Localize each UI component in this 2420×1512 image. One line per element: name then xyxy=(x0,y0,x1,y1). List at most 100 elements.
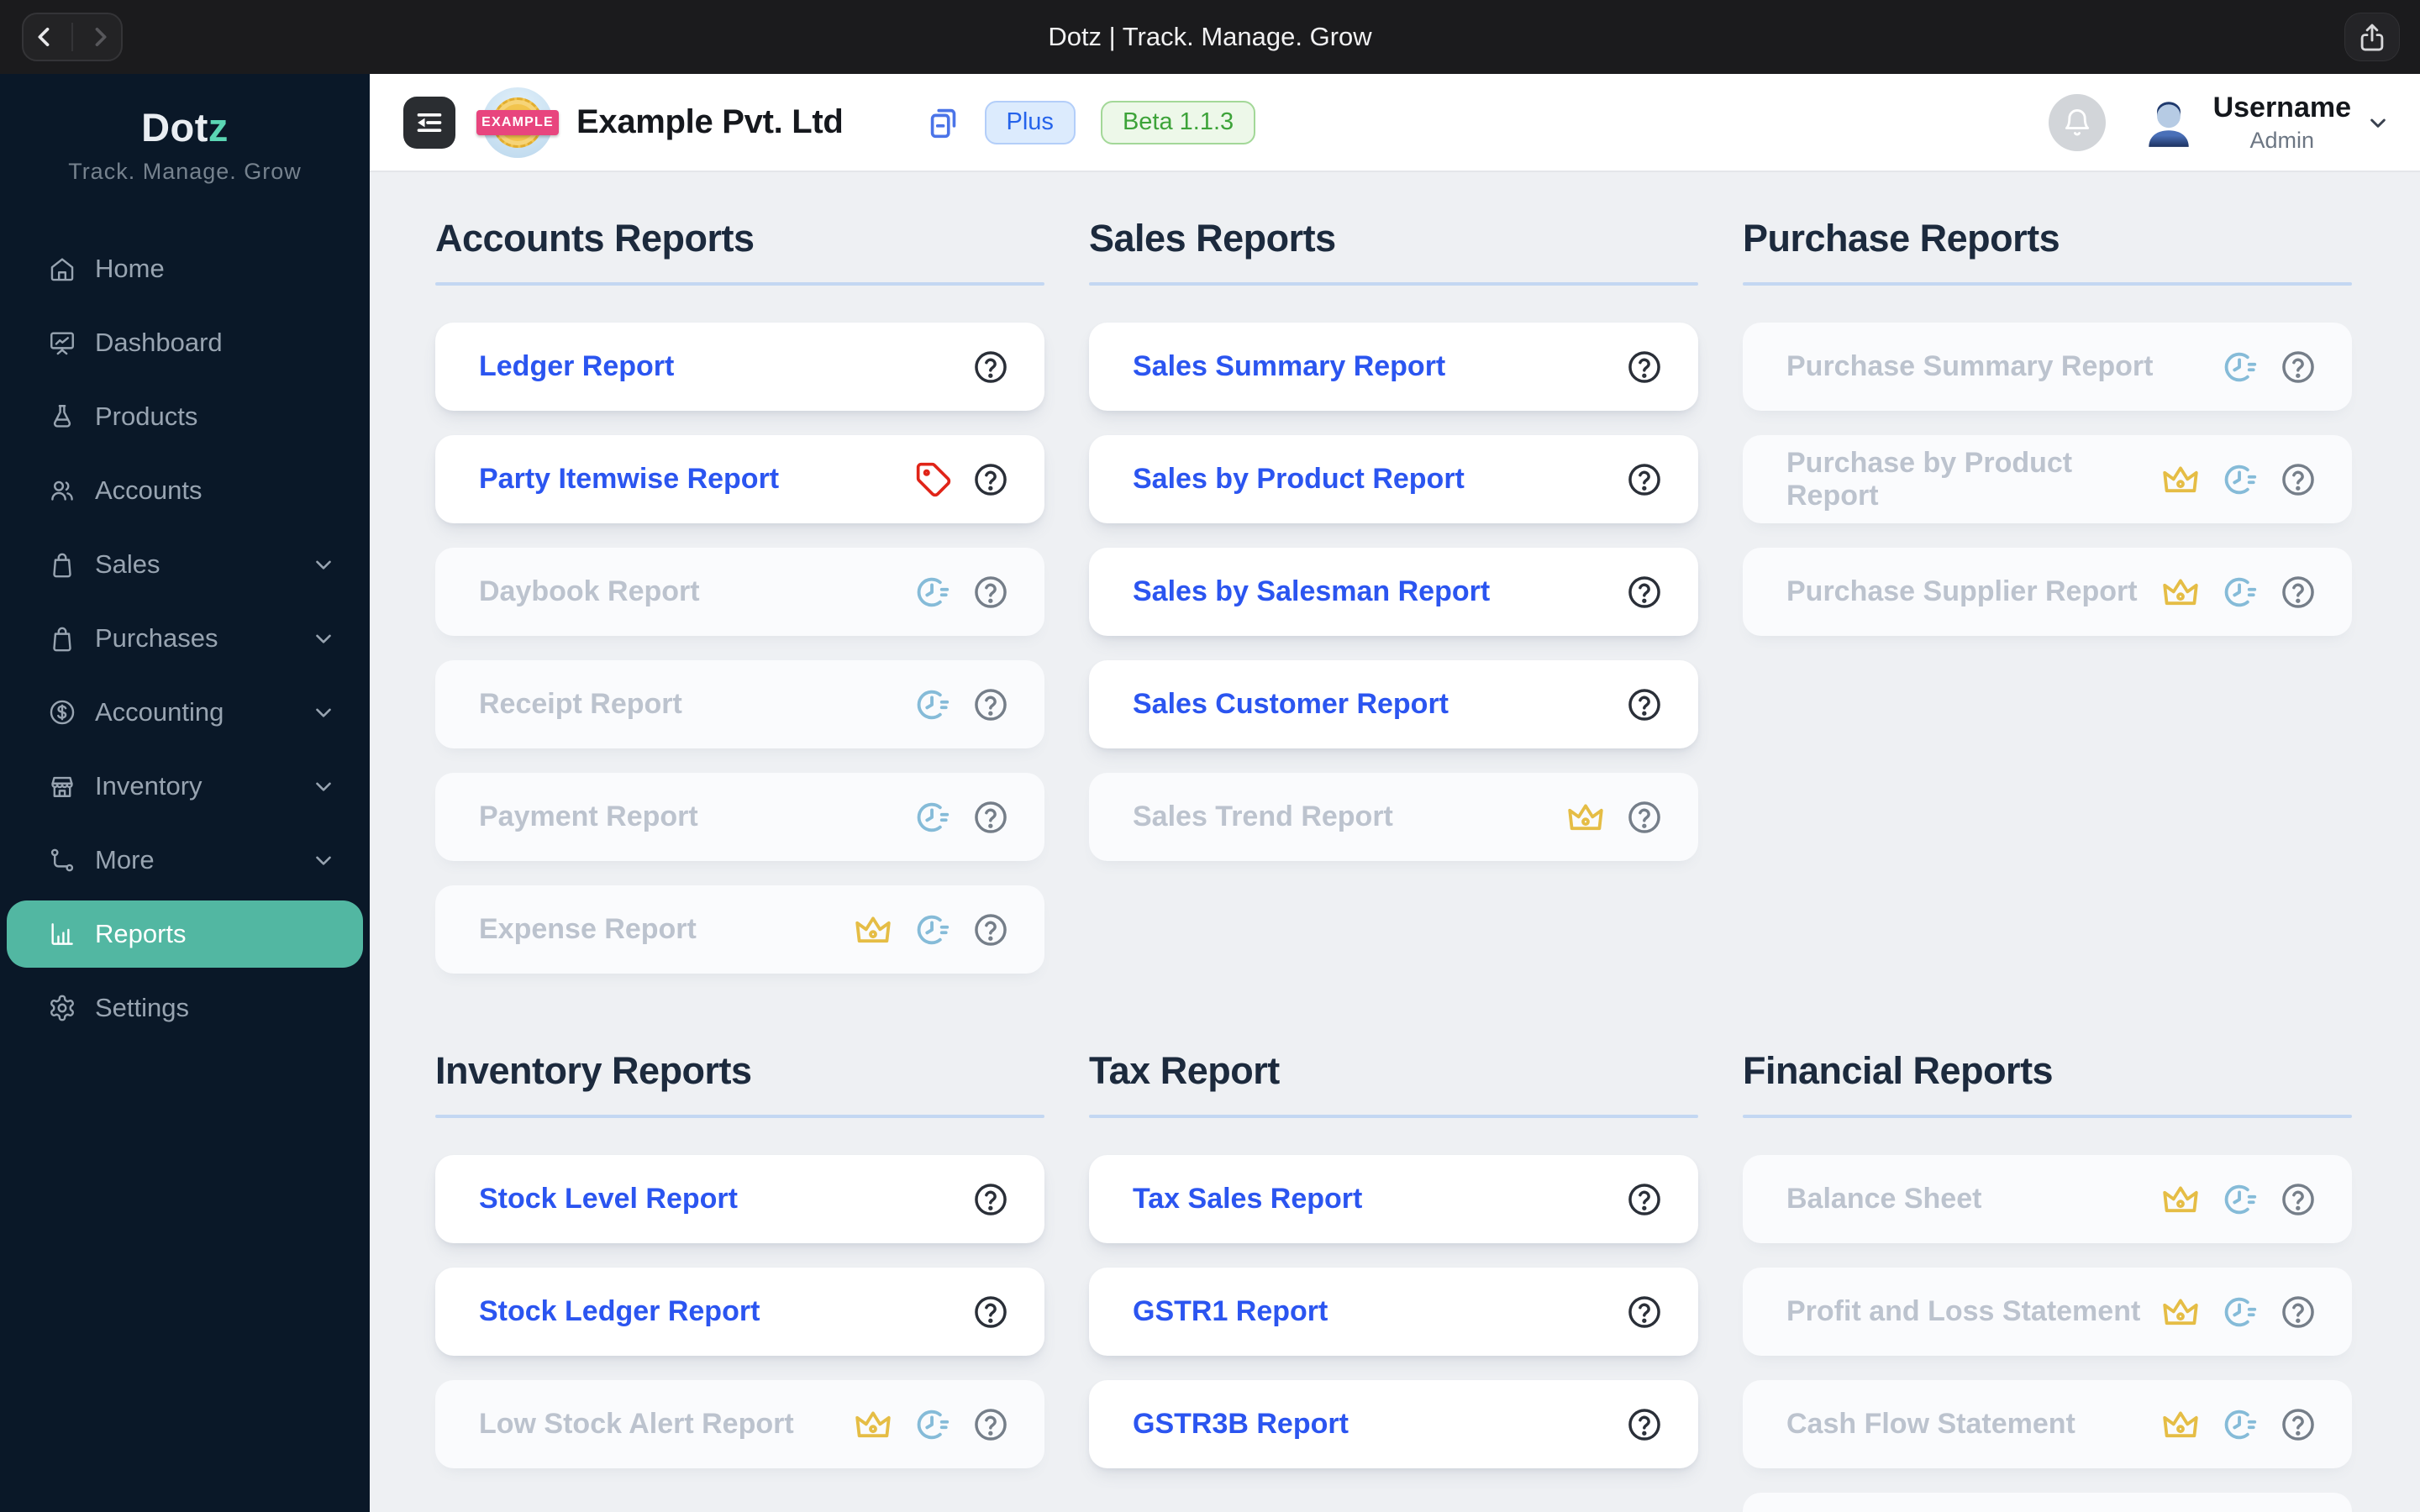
section-underline xyxy=(435,1115,1044,1118)
help-circle-icon[interactable] xyxy=(2280,1294,2317,1331)
report-link[interactable]: Sales Customer Report xyxy=(1133,688,1449,721)
card-status-icons xyxy=(1626,1406,1663,1443)
help-circle-icon[interactable] xyxy=(972,686,1009,723)
sidebar-item-more[interactable]: More xyxy=(0,823,370,897)
help-circle-icon[interactable] xyxy=(1626,349,1663,386)
sidebar-nav: Home Dashboard Products Accounts Sales Purcha… xyxy=(0,232,370,1045)
sidebar-item-label: Reports xyxy=(95,919,187,948)
report-card-sales-summary-report[interactable]: Sales Summary Report xyxy=(1089,323,1698,411)
sidebar-item-inventory[interactable]: Inventory xyxy=(0,749,370,823)
version-badge: Beta 1.1.3 xyxy=(1100,100,1256,144)
help-circle-icon[interactable] xyxy=(2280,574,2317,611)
sidebar-item-label: Sales xyxy=(95,549,160,579)
sidebar-item-label: More xyxy=(95,845,155,874)
help-circle-icon[interactable] xyxy=(2280,461,2317,498)
sidebar-item-purchases[interactable]: Purchases xyxy=(0,601,370,675)
report-link[interactable]: Party Itemwise Report xyxy=(479,463,779,496)
help-circle-icon[interactable] xyxy=(1626,1406,1663,1443)
help-circle-icon[interactable] xyxy=(972,461,1009,498)
forward-button[interactable] xyxy=(86,23,114,51)
sidebar-item-reports[interactable]: Reports xyxy=(7,900,363,968)
bell-icon xyxy=(2065,108,2089,135)
chevron-down-icon xyxy=(311,626,336,651)
sidebar-item-sales[interactable]: Sales xyxy=(0,528,370,601)
share-button[interactable] xyxy=(2344,13,2400,61)
chevron-left-icon xyxy=(38,27,50,47)
sidebar: Dotz Track. Manage. Grow Home Dashboard Pr… xyxy=(0,74,370,1512)
help-circle-icon[interactable] xyxy=(972,1181,1009,1218)
tag-icon xyxy=(915,461,952,498)
card-status-icons xyxy=(1626,1294,1663,1331)
report-link[interactable]: Stock Ledger Report xyxy=(479,1295,760,1328)
report-link: Purchase by Product Report xyxy=(1786,446,2073,512)
section-title: Sales Reports xyxy=(1089,217,1336,260)
copy-pages-icon xyxy=(930,108,955,138)
report-link[interactable]: Sales by Salesman Report xyxy=(1133,575,1490,608)
help-circle-icon[interactable] xyxy=(972,1406,1009,1443)
report-card-sales-customer-report[interactable]: Sales Customer Report xyxy=(1089,660,1698,748)
report-link[interactable]: GSTR3B Report xyxy=(1133,1408,1349,1441)
report-card-gstr3b-report[interactable]: GSTR3B Report xyxy=(1089,1380,1698,1468)
store-icon xyxy=(48,772,76,801)
report-card-stock-ledger-report[interactable]: Stock Ledger Report xyxy=(435,1268,1044,1356)
user-role: Admin xyxy=(2249,127,2315,153)
help-circle-icon[interactable] xyxy=(972,574,1009,611)
help-circle-icon[interactable] xyxy=(1626,799,1663,836)
premium-crown-icon xyxy=(853,910,893,950)
card-status-icons xyxy=(972,1181,1009,1218)
card-status-icons xyxy=(1626,349,1663,386)
report-card-sales-trend-report: Sales Trend Report xyxy=(1089,773,1698,861)
report-card-sales-by-salesman-report[interactable]: Sales by Salesman Report xyxy=(1089,548,1698,636)
help-circle-icon[interactable] xyxy=(972,349,1009,386)
report-section-inventory-reports: Inventory Reports Stock Level Report Stock… xyxy=(435,1049,1044,1512)
sidebar-item-accounts[interactable]: Accounts xyxy=(0,454,370,528)
report-card-sales-by-product-report[interactable]: Sales by Product Report xyxy=(1089,435,1698,523)
help-circle-icon[interactable] xyxy=(1626,686,1663,723)
sidebar-item-accounting[interactable]: Accounting xyxy=(0,675,370,749)
help-circle-icon[interactable] xyxy=(972,911,1009,948)
report-link[interactable]: Stock Level Report xyxy=(479,1183,738,1215)
card-status-icons xyxy=(913,573,1009,612)
report-card-tax-sales-report[interactable]: Tax Sales Report xyxy=(1089,1155,1698,1243)
report-link: Low Stock Alert Report xyxy=(479,1408,794,1440)
sidebar-item-home[interactable]: Home xyxy=(0,232,370,306)
section-underline xyxy=(1089,1115,1698,1118)
report-link[interactable]: GSTR1 Report xyxy=(1133,1295,1328,1328)
user-menu-chevron[interactable] xyxy=(2365,109,2391,136)
chevron-down-icon xyxy=(311,774,336,799)
report-card-ledger-report[interactable]: Ledger Report xyxy=(435,323,1044,411)
sidebar-item-products[interactable]: Products xyxy=(0,380,370,454)
chevron-down-icon xyxy=(311,552,336,577)
report-link[interactable]: Sales Summary Report xyxy=(1133,350,1445,383)
report-link[interactable]: Sales by Product Report xyxy=(1133,463,1465,496)
user-name: Username xyxy=(2212,91,2351,123)
report-card-stock-level-report[interactable]: Stock Level Report xyxy=(435,1155,1044,1243)
browser-nav-controls xyxy=(22,13,123,61)
sidebar-collapse-button[interactable] xyxy=(403,96,455,149)
help-circle-icon[interactable] xyxy=(2280,349,2317,386)
switch-company-button[interactable] xyxy=(924,103,963,142)
help-circle-icon[interactable] xyxy=(1626,1181,1663,1218)
sidebar-item-dashboard[interactable]: Dashboard xyxy=(0,306,370,380)
sidebar-item-settings[interactable]: Settings xyxy=(0,971,370,1045)
user-menu[interactable]: Username Admin xyxy=(2213,92,2351,154)
report-link: Expense Report xyxy=(479,913,697,945)
back-button[interactable] xyxy=(30,23,59,51)
help-circle-icon[interactable] xyxy=(1626,461,1663,498)
report-card-gstr1-report[interactable]: GSTR1 Report xyxy=(1089,1268,1698,1356)
coming-soon-clock-icon xyxy=(2221,1405,2260,1444)
help-circle-icon[interactable] xyxy=(2280,1406,2317,1443)
notifications-button[interactable] xyxy=(2048,93,2106,151)
help-circle-icon[interactable] xyxy=(1626,574,1663,611)
report-link[interactable]: Ledger Report xyxy=(479,350,674,383)
report-card-party-itemwise-report[interactable]: Party Itemwise Report xyxy=(435,435,1044,523)
report-link[interactable]: Tax Sales Report xyxy=(1133,1183,1362,1215)
avatar[interactable] xyxy=(2141,95,2196,150)
help-circle-icon[interactable] xyxy=(2280,1181,2317,1218)
report-link: Profit and Loss Statement xyxy=(1786,1295,2141,1327)
help-circle-icon[interactable] xyxy=(1626,1294,1663,1331)
help-circle-icon[interactable] xyxy=(972,1294,1009,1331)
section-underline xyxy=(435,282,1044,286)
help-circle-icon[interactable] xyxy=(972,799,1009,836)
card-status-icons xyxy=(1626,461,1663,498)
